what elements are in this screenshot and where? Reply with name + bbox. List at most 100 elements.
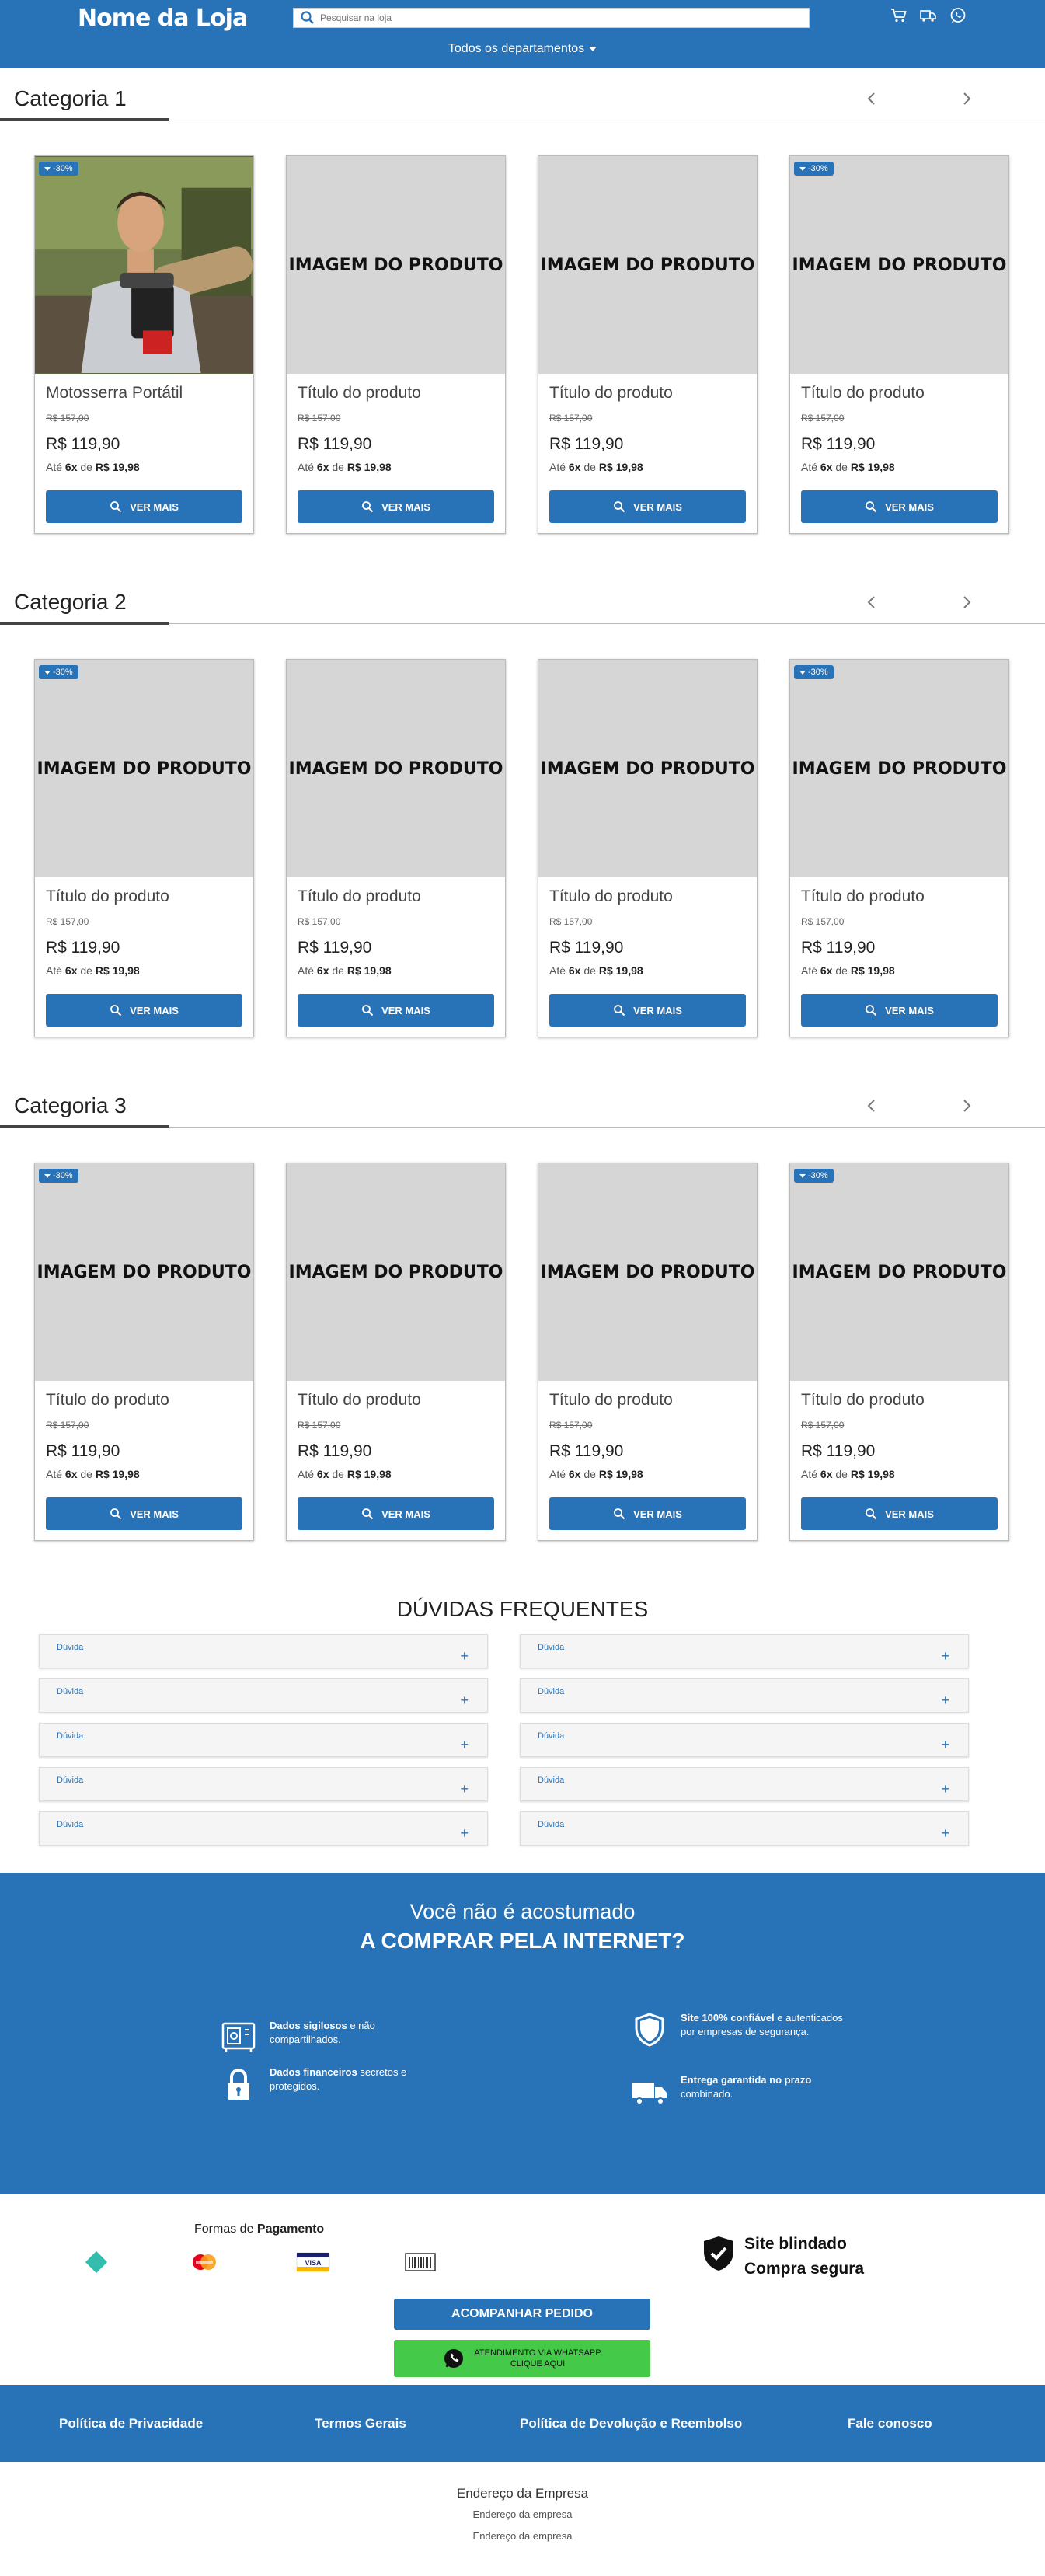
chevron-right-icon[interactable]	[957, 593, 976, 612]
view-more-button[interactable]: VER MAIS	[298, 1497, 494, 1530]
view-more-button[interactable]: VER MAIS	[298, 994, 494, 1027]
departments-menu[interactable]: Todos os departamentos	[0, 42, 1045, 56]
product-card[interactable]: IMAGEM DO PRODUTO Título do produto R$ 157…	[538, 1163, 758, 1541]
chevron-right-icon[interactable]	[957, 89, 976, 108]
view-more-button[interactable]: VER MAIS	[46, 490, 242, 523]
link-general-terms[interactable]: Termos Gerais	[315, 2416, 406, 2431]
track-order-button[interactable]: ACOMPANHAR PEDIDO	[394, 2299, 650, 2330]
product-image[interactable]: IMAGEM DO PRODUTO	[287, 156, 505, 374]
view-more-button[interactable]: VER MAIS	[549, 490, 746, 523]
view-more-label: VER MAIS	[381, 1004, 430, 1016]
faq-item[interactable]: Dúvida +	[39, 1723, 488, 1757]
installments: Até 6x de R$ 19,98	[46, 1468, 140, 1480]
product-card[interactable]: IMAGEM DO PRODUTO Título do produto R$ 157…	[538, 155, 758, 534]
view-more-button[interactable]: VER MAIS	[801, 1497, 998, 1530]
plus-icon[interactable]: +	[941, 1693, 949, 1707]
product-title[interactable]: Título do produto	[298, 1391, 421, 1410]
product-image[interactable]: IMAGEM DO PRODUTO	[287, 1163, 505, 1381]
product-image[interactable]: IMAGEM DO PRODUTO	[790, 156, 1008, 374]
plus-icon[interactable]: +	[460, 1693, 469, 1707]
view-more-button[interactable]: VER MAIS	[549, 994, 746, 1027]
installments-value: R$ 19,98	[850, 461, 895, 473]
product-title[interactable]: Título do produto	[549, 1391, 673, 1410]
product-image[interactable]: IMAGEM DO PRODUTO	[790, 660, 1008, 877]
product-image[interactable]	[35, 156, 253, 374]
chevron-left-icon[interactable]	[862, 1096, 881, 1115]
installments: Até 6x de R$ 19,98	[46, 461, 140, 473]
store-logo[interactable]: Nome da Loja	[78, 5, 248, 32]
product-image[interactable]: IMAGEM DO PRODUTO	[35, 1163, 253, 1381]
product-title[interactable]: Título do produto	[549, 384, 673, 403]
product-card[interactable]: IMAGEM DO PRODUTO Título do produto R$ 157…	[286, 155, 506, 534]
plus-icon[interactable]: +	[941, 1649, 949, 1663]
product-card[interactable]: IMAGEM DO PRODUTO Título do produto R$ 157…	[286, 659, 506, 1037]
view-more-button[interactable]: VER MAIS	[46, 1497, 242, 1530]
product-card[interactable]: IMAGEM DO PRODUTO -30% Título do produto R$…	[789, 155, 1009, 534]
whatsapp-icon[interactable]	[949, 6, 967, 25]
product-title[interactable]: Motosserra Portátil	[46, 384, 183, 403]
product-title[interactable]: Título do produto	[549, 887, 673, 906]
faq-item[interactable]: Dúvida +	[39, 1678, 488, 1713]
plus-icon[interactable]: +	[941, 1782, 949, 1796]
product-title[interactable]: Título do produto	[298, 887, 421, 906]
link-return-policy[interactable]: Política de Devolução e Reembolso	[520, 2416, 742, 2431]
faq-item[interactable]: Dúvida +	[39, 1634, 488, 1668]
product-title[interactable]: Título do produto	[298, 384, 421, 403]
product-card[interactable]: IMAGEM DO PRODUTO Título do produto R$ 157…	[286, 1163, 506, 1541]
product-price: R$ 119,90	[549, 939, 624, 957]
view-more-label: VER MAIS	[633, 1004, 682, 1016]
installments-mid: de	[77, 461, 96, 473]
whatsapp-support-button[interactable]: ATENDIMENTO VIA WHATSAPP CLIQUE AQUI	[394, 2340, 650, 2377]
product-image[interactable]: IMAGEM DO PRODUTO	[790, 1163, 1008, 1381]
product-card[interactable]: IMAGEM DO PRODUTO -30% Título do produto R$…	[34, 1163, 254, 1541]
plus-icon[interactable]: +	[460, 1738, 469, 1752]
view-more-button[interactable]: VER MAIS	[801, 490, 998, 523]
faq-item[interactable]: Dúvida +	[520, 1767, 969, 1801]
product-image[interactable]: IMAGEM DO PRODUTO	[538, 1163, 757, 1381]
search-input[interactable]	[320, 12, 809, 23]
plus-icon[interactable]: +	[460, 1826, 469, 1840]
product-card[interactable]: IMAGEM DO PRODUTO Título do produto R$ 157…	[538, 659, 758, 1037]
faq-item[interactable]: Dúvida +	[39, 1811, 488, 1846]
faq-item[interactable]: Dúvida +	[39, 1767, 488, 1801]
view-more-button[interactable]: VER MAIS	[46, 994, 242, 1027]
link-contact[interactable]: Fale conosco	[848, 2416, 932, 2431]
faq-item[interactable]: Dúvida +	[520, 1811, 969, 1846]
product-title[interactable]: Título do produto	[801, 1391, 925, 1410]
product-image[interactable]: IMAGEM DO PRODUTO	[538, 156, 757, 374]
search-bar[interactable]	[293, 8, 810, 28]
whatsapp-icon	[444, 2349, 464, 2368]
old-price: R$ 157,00	[549, 916, 593, 927]
view-more-button[interactable]: VER MAIS	[298, 490, 494, 523]
chevron-right-icon[interactable]	[957, 1096, 976, 1115]
product-title[interactable]: Título do produto	[46, 1391, 169, 1410]
view-more-button[interactable]: VER MAIS	[801, 994, 998, 1027]
installments-value: R$ 19,98	[95, 964, 140, 977]
view-more-label: VER MAIS	[130, 1508, 179, 1520]
plus-icon[interactable]: +	[460, 1649, 469, 1663]
link-privacy-policy[interactable]: Política de Privacidade	[59, 2416, 203, 2431]
product-card[interactable]: IMAGEM DO PRODUTO -30% Título do produto R$…	[789, 1163, 1009, 1541]
product-image[interactable]: IMAGEM DO PRODUTO	[35, 660, 253, 877]
chevron-left-icon[interactable]	[862, 593, 881, 612]
product-card[interactable]: IMAGEM DO PRODUTO -30% Título do produto R$…	[34, 659, 254, 1037]
product-title[interactable]: Título do produto	[801, 887, 925, 906]
chevron-left-icon[interactable]	[862, 89, 881, 108]
product-title[interactable]: Título do produto	[801, 384, 925, 403]
truck-icon[interactable]	[919, 6, 938, 25]
product-price: R$ 119,90	[298, 435, 372, 453]
plus-icon[interactable]: +	[941, 1738, 949, 1752]
plus-icon[interactable]: +	[941, 1826, 949, 1840]
shield-check-icon	[635, 2013, 664, 2047]
faq-item[interactable]: Dúvida +	[520, 1723, 969, 1757]
plus-icon[interactable]: +	[460, 1782, 469, 1796]
product-title[interactable]: Título do produto	[46, 887, 169, 906]
product-image[interactable]: IMAGEM DO PRODUTO	[538, 660, 757, 877]
faq-item[interactable]: Dúvida +	[520, 1634, 969, 1668]
view-more-button[interactable]: VER MAIS	[549, 1497, 746, 1530]
product-image[interactable]: IMAGEM DO PRODUTO	[287, 660, 505, 877]
cart-icon[interactable]	[890, 6, 908, 25]
faq-item[interactable]: Dúvida +	[520, 1678, 969, 1713]
product-card[interactable]: IMAGEM DO PRODUTO -30% Título do produto R$…	[789, 659, 1009, 1037]
product-card[interactable]: -30% Motosserra Portátil R$ 157,00 R$ 119,9…	[34, 155, 254, 534]
